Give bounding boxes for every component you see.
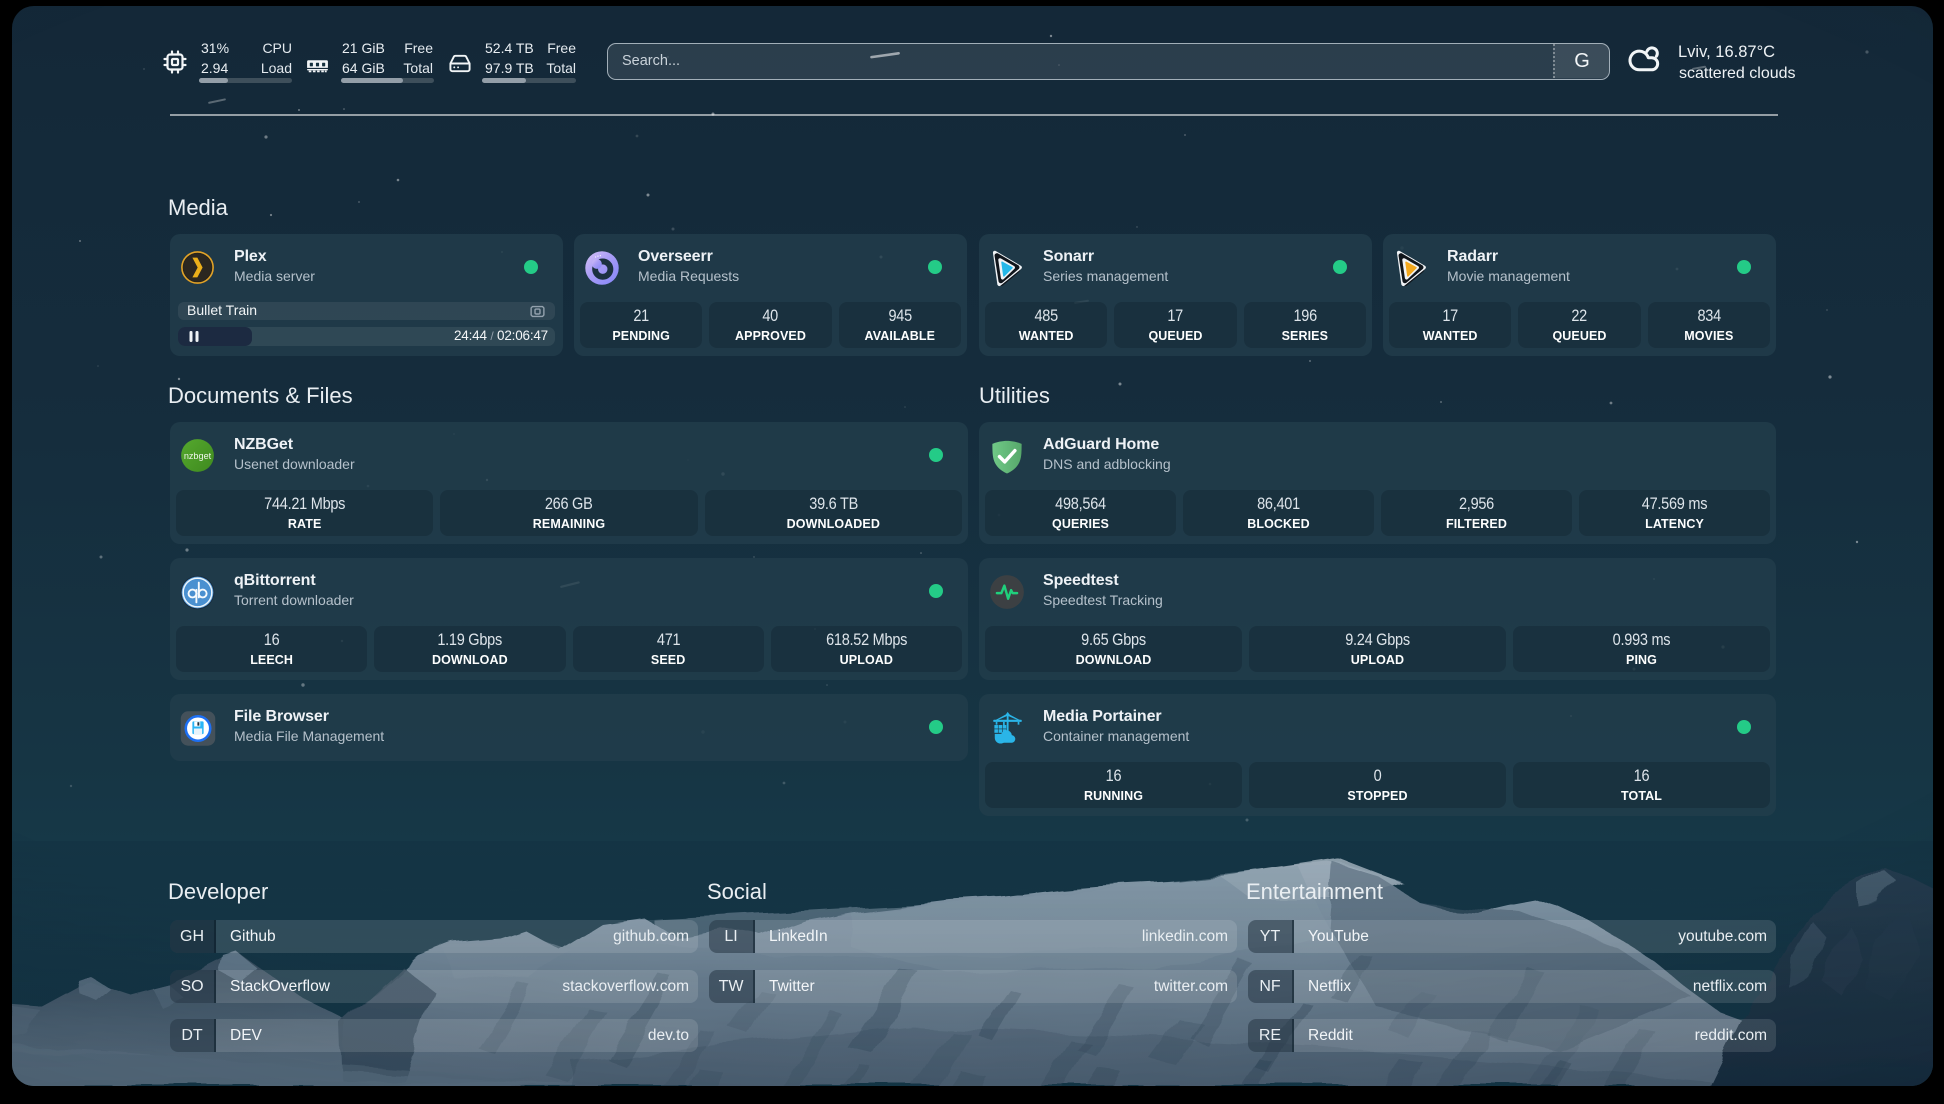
svg-text:nzbget: nzbget xyxy=(184,451,212,461)
